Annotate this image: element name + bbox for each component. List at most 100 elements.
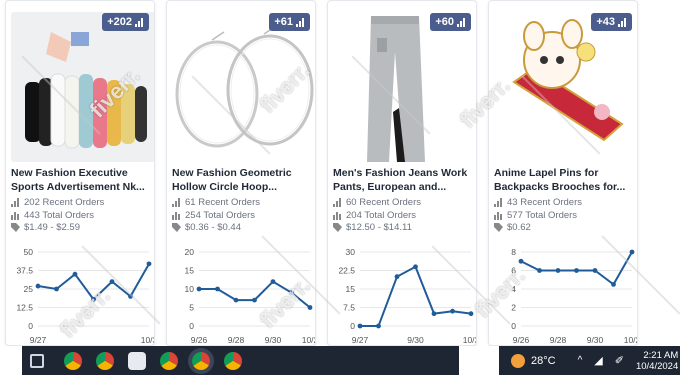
x-tick-label: 9/28 <box>228 335 245 345</box>
data-point <box>270 279 276 284</box>
data-point <box>518 258 524 264</box>
bar-chart-icon <box>11 211 20 220</box>
bar-chart-icon <box>333 198 342 207</box>
data-point <box>91 296 96 302</box>
data-point <box>289 290 294 296</box>
data-point <box>307 305 313 310</box>
orders-badge: +61 <box>269 13 310 31</box>
product-title[interactable]: Men's Fashion Jeans Work Pants, European… <box>333 166 475 194</box>
data-point <box>629 249 635 255</box>
total-orders: 204 Total Orders <box>333 210 416 221</box>
taskbar: 28°C ^ ◢ ✐ 2:21 AM 10/4/2024 <box>0 346 680 375</box>
chrome-icon[interactable] <box>224 351 242 370</box>
clock[interactable]: 2:21 AM 10/4/2024 <box>636 350 678 372</box>
x-tick-label: 9/30 <box>407 335 424 345</box>
orders-badge: +43 <box>591 13 632 31</box>
orders-chart: 0 12.5 25 37.5 50 9/27 10/3 <box>16 247 155 345</box>
y-tick-label: 2 <box>511 303 516 313</box>
x-tick-label: 9/26 <box>513 335 530 345</box>
data-point <box>413 264 418 270</box>
x-tick-label: 9/30 <box>265 335 282 345</box>
x-tick-label: 9/27 <box>30 335 47 345</box>
data-point <box>555 268 561 273</box>
data-point <box>196 286 202 292</box>
bar-chart-icon <box>11 198 20 207</box>
product-title[interactable]: New Fashion Geometric Hollow Circle Hoop… <box>172 166 314 194</box>
x-tick-label: 9/28 <box>550 335 567 345</box>
y-tick-label: 0 <box>189 321 194 331</box>
taskbar-gap <box>459 346 499 375</box>
x-tick-label: 10/3 <box>463 335 477 345</box>
weather-widget[interactable]: 28°C <box>511 353 556 368</box>
data-point <box>450 308 455 314</box>
task-view-icon[interactable] <box>30 353 44 368</box>
total-orders: 254 Total Orders <box>172 210 255 221</box>
pen-icon[interactable]: ✐ <box>615 354 624 367</box>
series-line <box>360 265 472 327</box>
chrome-icon[interactable] <box>64 351 82 370</box>
chrome-icon-active[interactable] <box>192 351 210 370</box>
product-card-3[interactable]: +60 Men's Fashion Jeans Work Pants, Euro… <box>327 0 477 346</box>
data-point <box>394 274 400 280</box>
product-image-hoop-earrings[interactable] <box>172 12 315 162</box>
y-tick-label: 10 <box>185 284 195 294</box>
y-tick-label: 7.5 <box>343 303 355 313</box>
x-tick-label: 9/30 <box>587 335 604 345</box>
wifi-icon[interactable]: ◢ <box>594 354 602 367</box>
total-orders: 577 Total Orders <box>494 210 577 221</box>
orders-chart: 0 5 10 15 20 9/26 9/28 9/30 10/2 <box>185 247 315 345</box>
product-card-4[interactable]: +43 Anime Lapel Pins for Backpacks Brooc… <box>488 0 638 346</box>
y-tick-label: 5 <box>189 303 194 313</box>
data-point <box>376 323 381 329</box>
data-point <box>146 261 152 267</box>
data-point <box>592 268 598 273</box>
product-image-socks[interactable] <box>11 12 154 162</box>
data-point <box>252 297 257 303</box>
y-tick-label: 37.5 <box>16 266 33 276</box>
x-tick-label: 9/26 <box>191 335 208 345</box>
data-point <box>215 286 220 292</box>
tag-icon <box>172 223 181 232</box>
product-title[interactable]: New Fashion Executive Sports Advertiseme… <box>11 166 153 194</box>
chrome-icon[interactable] <box>96 351 114 370</box>
bar-chart-icon <box>618 17 627 27</box>
y-tick-label: 15 <box>346 284 356 294</box>
data-point <box>431 311 437 317</box>
data-point <box>574 268 579 273</box>
x-tick-label: 10/3 <box>141 335 155 345</box>
price-range: $0.62 <box>494 222 531 233</box>
bar-chart-icon <box>172 198 181 207</box>
product-image-jeans[interactable] <box>333 12 476 162</box>
x-tick-label: 9/27 <box>352 335 369 345</box>
bar-chart-icon <box>333 211 342 220</box>
y-tick-label: 0 <box>28 321 33 331</box>
tag-icon <box>333 223 342 232</box>
weather-icon <box>511 353 525 368</box>
bar-chart-icon <box>494 198 503 207</box>
orders-chart: 0 2 4 6 8 9/26 9/28 9/30 10/2 <box>511 247 638 345</box>
data-point <box>468 311 474 317</box>
x-tick-label: 10/2 <box>624 335 638 345</box>
y-tick-label: 22.5 <box>338 266 355 276</box>
app-icon[interactable] <box>128 351 146 370</box>
product-image-anime-pin[interactable] <box>494 12 637 162</box>
chrome-icon[interactable] <box>160 351 178 370</box>
y-tick-label: 25 <box>24 284 34 294</box>
orders-badge: +202 <box>102 13 149 31</box>
tray-chevron-icon[interactable]: ^ <box>578 355 583 366</box>
series-line <box>199 280 311 309</box>
y-tick-label: 20 <box>185 247 195 257</box>
y-tick-label: 0 <box>511 321 516 331</box>
total-orders: 443 Total Orders <box>11 210 94 221</box>
y-tick-label: 4 <box>511 284 516 294</box>
bar-chart-icon <box>494 211 503 220</box>
bar-chart-icon <box>135 17 144 27</box>
orders-chart: 0 7.5 15 22.5 30 9/27 9/30 10/3 <box>338 247 477 345</box>
product-title[interactable]: Anime Lapel Pins for Backpacks Brooches … <box>494 166 636 194</box>
price-range: $1.49 - $2.59 <box>11 222 80 233</box>
tag-icon <box>494 223 503 232</box>
recent-orders: 43 Recent Orders <box>494 197 582 208</box>
product-card-2[interactable]: +61 New Fashion Geometric Hollow Circle … <box>166 0 316 346</box>
recent-orders: 202 Recent Orders <box>11 197 104 208</box>
data-point <box>35 283 41 289</box>
